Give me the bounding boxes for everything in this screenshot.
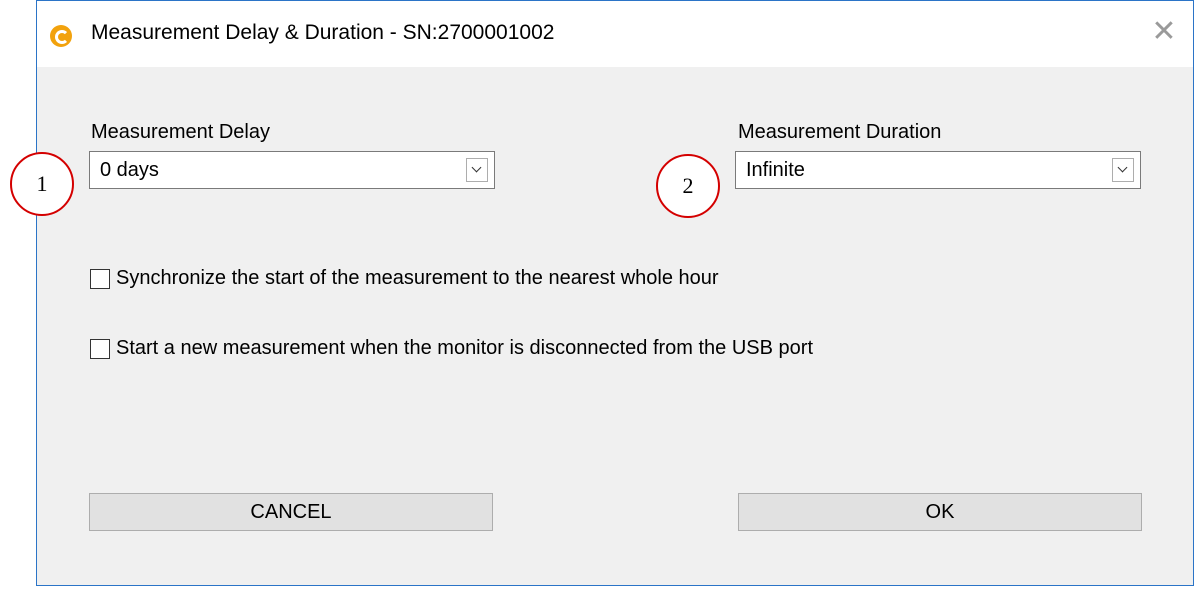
chevron-down-icon[interactable]	[466, 158, 488, 182]
title-bar[interactable]: Measurement Delay & Duration - SN:270000…	[37, 1, 1193, 67]
chevron-down-icon[interactable]	[1112, 158, 1134, 182]
cancel-button[interactable]: CANCEL	[89, 493, 493, 531]
measurement-duration-label: Measurement Duration	[738, 121, 942, 143]
close-icon[interactable]: ✕	[1149, 17, 1179, 47]
measurement-delay-label: Measurement Delay	[91, 121, 270, 143]
measurement-duration-dropdown[interactable]: Infinite	[735, 151, 1141, 189]
sync-whole-hour-checkbox[interactable]	[90, 269, 110, 289]
annotation-marker-2: 2	[656, 154, 720, 218]
app-logo-icon	[50, 25, 72, 47]
ok-button[interactable]: OK	[738, 493, 1142, 531]
annotation-marker-1: 1	[10, 152, 74, 216]
dialog-window: Measurement Delay & Duration - SN:270000…	[36, 0, 1194, 586]
usb-disconnect-label: Start a new measurement when the monitor…	[116, 337, 814, 359]
sync-whole-hour-label: Synchronize the start of the measurement…	[116, 267, 719, 289]
measurement-delay-dropdown[interactable]: 0 days	[89, 151, 495, 189]
usb-disconnect-checkbox[interactable]	[90, 339, 110, 359]
window-title: Measurement Delay & Duration - SN:270000…	[91, 21, 555, 44]
measurement-duration-value: Infinite	[746, 159, 805, 181]
measurement-delay-value: 0 days	[100, 159, 159, 181]
